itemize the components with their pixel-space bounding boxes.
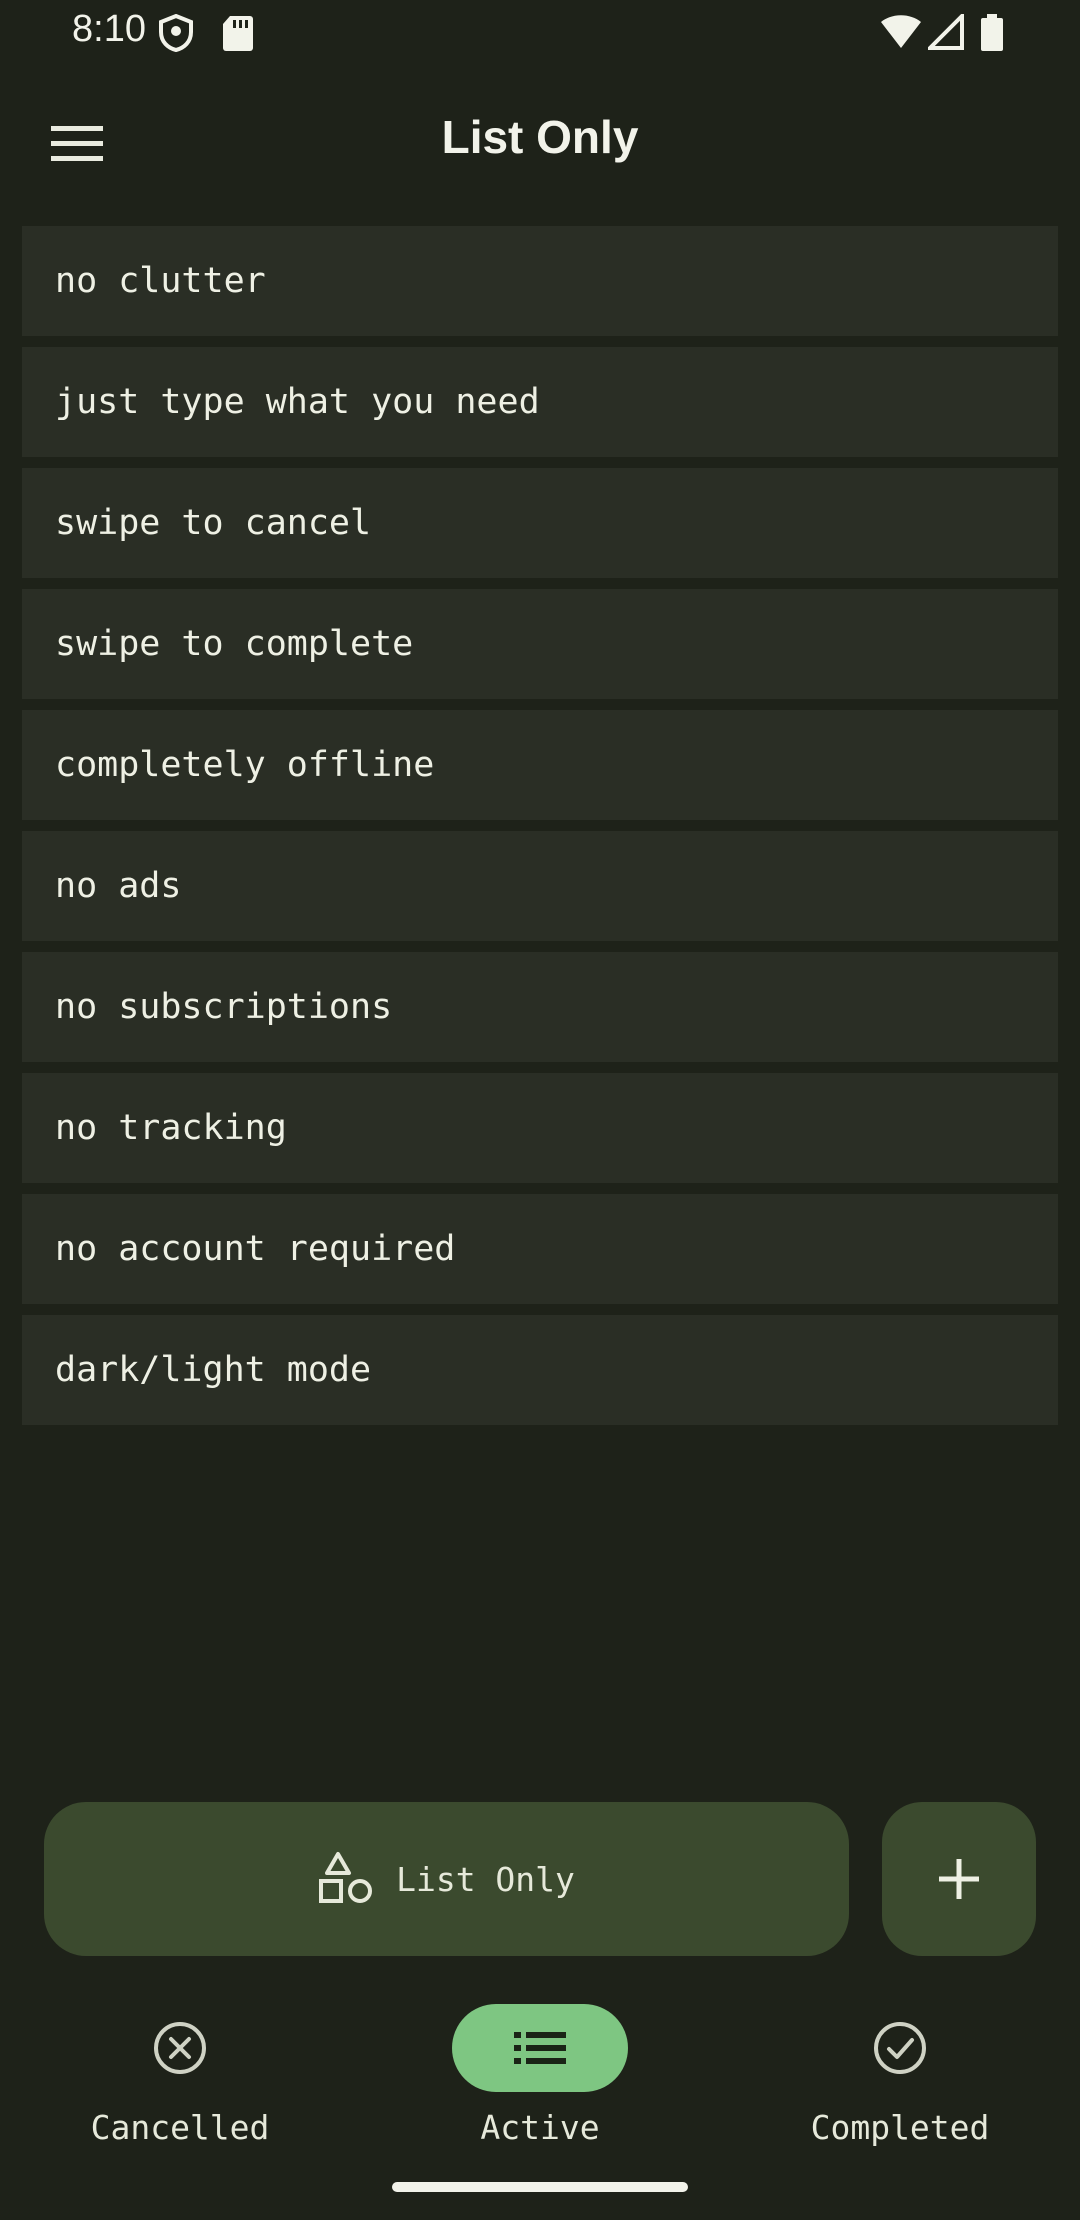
home-indicator[interactable] xyxy=(392,2182,688,2192)
list-item[interactable]: no clutter xyxy=(22,226,1058,336)
shapes-icon xyxy=(319,1852,373,1903)
list-item[interactable]: swipe to complete xyxy=(22,589,1058,699)
nav-icon-container xyxy=(92,2004,268,2092)
check-circle-icon xyxy=(874,2022,926,2074)
wifi-icon xyxy=(881,15,921,48)
list-item[interactable]: just type what you need xyxy=(22,347,1058,457)
list-item[interactable]: no tracking xyxy=(22,1073,1058,1183)
list-item[interactable]: dark/light mode xyxy=(22,1315,1058,1425)
sd-card-icon xyxy=(223,16,253,51)
nav-item-active[interactable]: Active xyxy=(360,1990,720,2160)
list-item[interactable]: no subscriptions xyxy=(22,952,1058,1062)
cancel-circle-icon xyxy=(154,2022,206,2074)
app-bar: List Only xyxy=(0,80,1080,206)
plus-icon xyxy=(939,1859,979,1899)
list-item[interactable]: no account required xyxy=(22,1194,1058,1304)
list-icon xyxy=(514,2032,566,2064)
nav-item-completed[interactable]: Completed xyxy=(720,1990,1080,2160)
nav-label: Completed xyxy=(810,2108,990,2147)
shield-icon xyxy=(159,14,193,52)
add-item-button[interactable] xyxy=(882,1802,1036,1956)
list-item[interactable]: swipe to cancel xyxy=(22,468,1058,578)
battery-icon xyxy=(981,14,1003,51)
nav-item-cancelled[interactable]: Cancelled xyxy=(0,1990,360,2160)
nav-icon-container xyxy=(452,2004,628,2092)
category-button[interactable]: List Only xyxy=(44,1802,849,1956)
item-list: no clutter just type what you need swipe… xyxy=(22,226,1058,1436)
status-time: 8:10 xyxy=(72,8,146,50)
list-item[interactable]: no ads xyxy=(22,831,1058,941)
list-item[interactable]: completely offline xyxy=(22,710,1058,820)
nav-label: Active xyxy=(480,2108,600,2147)
status-bar: 8:10 xyxy=(0,0,1080,66)
page-title: List Only xyxy=(441,111,639,163)
category-label: List Only xyxy=(396,1859,575,1899)
nav-label: Cancelled xyxy=(90,2108,270,2147)
nav-icon-container xyxy=(812,2004,988,2092)
signal-icon xyxy=(928,14,964,50)
bottom-nav: Cancelled Active Completed xyxy=(0,1990,1080,2170)
